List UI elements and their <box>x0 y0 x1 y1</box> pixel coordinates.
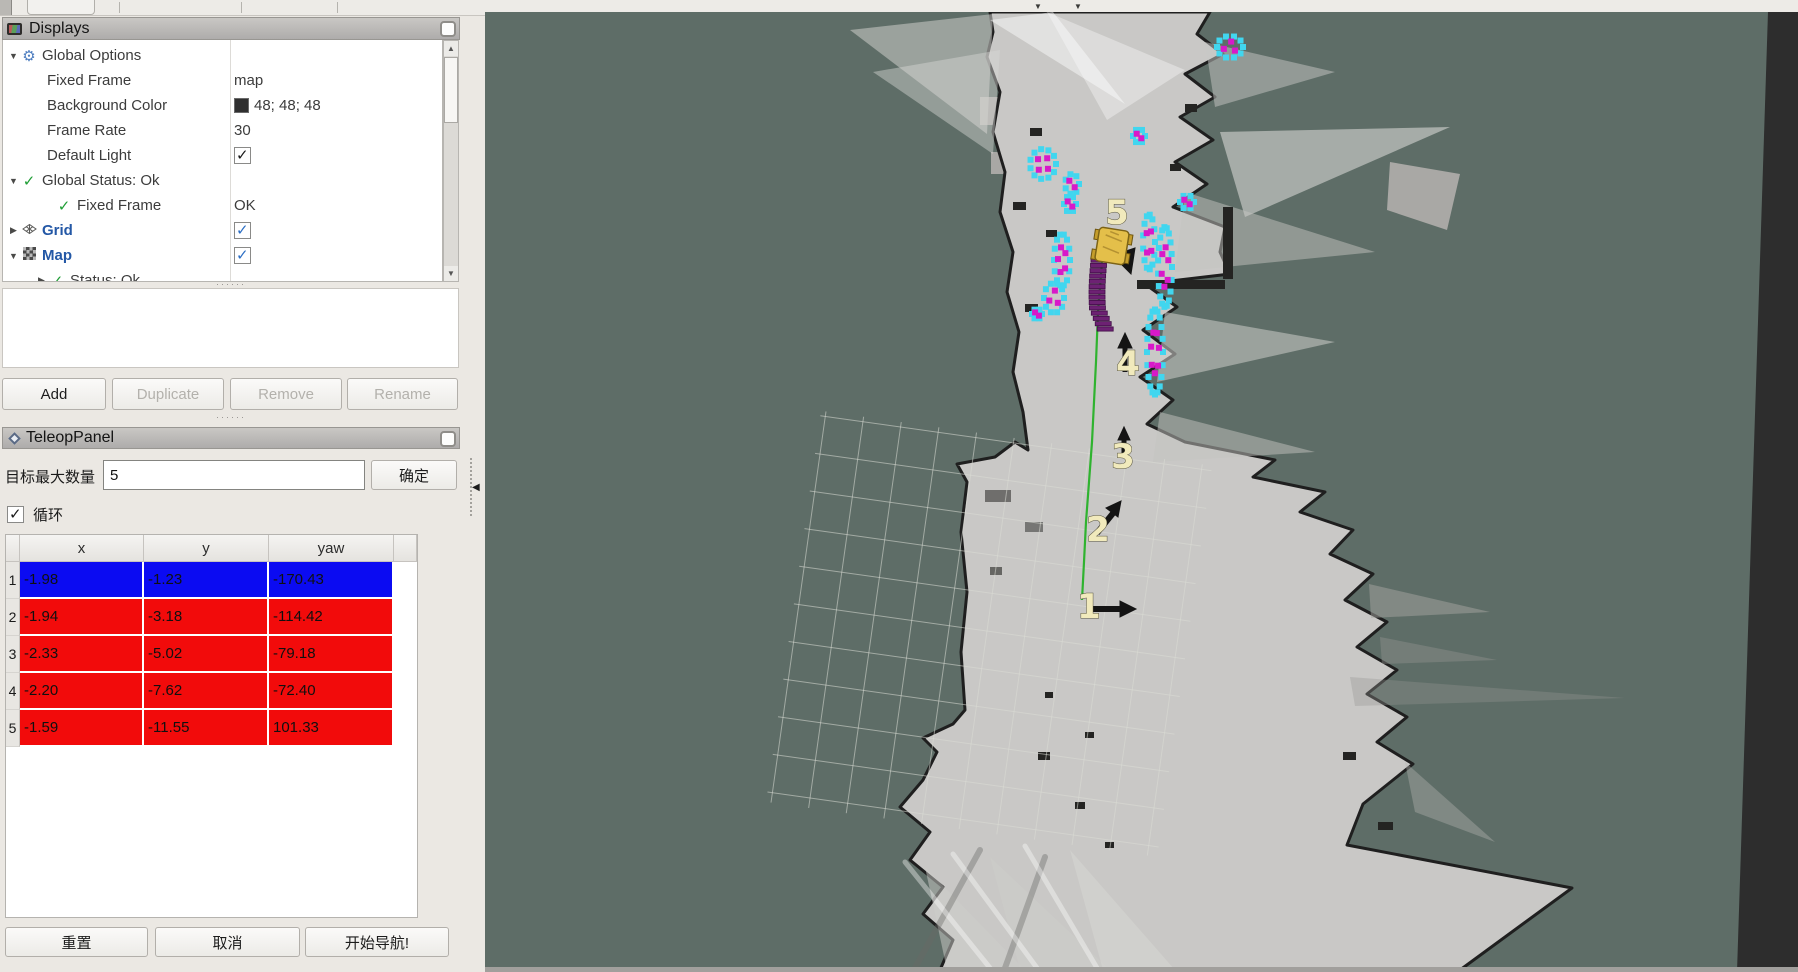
grid-icon <box>20 222 38 239</box>
waypoint-table: x y yaw 1 -1.98 -1.23 -170.43 2 -1.94 -3… <box>5 534 418 918</box>
tree-row-global-options[interactable]: Global Options <box>3 43 442 68</box>
waypoint-1-label: 1 <box>1077 587 1101 627</box>
map-checkbox[interactable] <box>234 247 251 264</box>
table-row[interactable]: 2 -1.94 -3.18 -114.42 <box>6 599 417 636</box>
waypoint-5-label: 5 <box>1105 193 1129 233</box>
table-header: x y yaw <box>6 535 417 562</box>
table-row[interactable]: 5 -1.59 -11.55 101.33 <box>6 710 417 747</box>
panel-collapse-handle[interactable] <box>464 458 482 518</box>
expand-triangle-icon[interactable] <box>7 51 20 61</box>
loop-checkbox[interactable] <box>7 506 24 523</box>
displays-panel-title: Displays <box>29 20 89 38</box>
waypoint-4-label: 4 <box>1116 344 1140 384</box>
column-header-x[interactable]: x <box>20 535 144 562</box>
waypoint-2-label: 2 <box>1086 510 1110 550</box>
column-header-y[interactable]: y <box>144 535 269 562</box>
collapse-left-icon <box>472 482 480 493</box>
map-canvas: 1 2 3 4 5 <box>485 12 1798 972</box>
tree-row-global-status[interactable]: Global Status: Ok <box>3 168 442 193</box>
status-ok-icon <box>48 272 66 283</box>
tree-row-grid[interactable]: Grid <box>3 218 442 243</box>
tree-row-frame-rate[interactable]: Frame Rate 30 <box>3 118 442 143</box>
waypoint-3-label: 3 <box>1111 437 1135 477</box>
color-swatch[interactable] <box>234 98 249 113</box>
scroll-up-icon[interactable] <box>444 41 458 56</box>
loop-label: 循环 <box>33 504 63 525</box>
displays-icon <box>7 23 22 35</box>
teleop-panel-icon <box>8 432 21 445</box>
teleop-panel-titlebar[interactable]: TeleopPanel <box>2 427 460 449</box>
teleop-panel-title: TeleopPanel <box>26 429 114 447</box>
cancel-button[interactable]: 取消 <box>155 927 300 957</box>
panel-float-button[interactable] <box>440 21 456 37</box>
scroll-down-icon[interactable] <box>444 266 458 281</box>
gear-icon <box>20 47 38 65</box>
toolbar-separator <box>241 2 242 13</box>
tree-row-default-light[interactable]: Default Light <box>3 143 442 168</box>
rviz-window: Displays Global Options Fixed Frame map … <box>0 0 1798 972</box>
fixed-frame-status-value: OK <box>234 197 256 214</box>
displays-panel-titlebar[interactable]: Displays <box>2 17 460 40</box>
reset-button[interactable]: 重置 <box>5 927 148 957</box>
table-row[interactable]: 1 -1.98 -1.23 -170.43 <box>6 562 417 599</box>
viewport-bottom-edge <box>485 967 1798 972</box>
add-button[interactable]: Add <box>2 378 106 410</box>
expand-triangle-icon[interactable] <box>35 275 48 282</box>
tree-row-background-color[interactable]: Background Color 48; 48; 48 <box>3 93 442 118</box>
rename-button: Rename <box>347 378 458 410</box>
expand-triangle-icon[interactable] <box>7 251 20 261</box>
background-color-value[interactable]: 48; 48; 48 <box>254 97 321 114</box>
toolbar-tab-fragment[interactable] <box>27 0 95 15</box>
column-header-filler <box>394 535 417 562</box>
toolbar-icon-fragment <box>0 0 12 15</box>
tree-row-fixed-frame[interactable]: Fixed Frame map <box>3 68 442 93</box>
panel-splitter[interactable] <box>0 415 462 421</box>
grid-checkbox[interactable] <box>234 222 251 239</box>
expand-triangle-icon[interactable] <box>7 176 20 186</box>
max-goals-input[interactable] <box>103 460 365 490</box>
table-corner <box>6 535 20 562</box>
tree-row-fixed-frame-status[interactable]: Fixed Frame OK <box>3 193 442 218</box>
map-icon <box>23 247 36 260</box>
toolbar-separator <box>337 2 338 13</box>
tree-row-map[interactable]: Map <box>3 243 442 268</box>
confirm-button[interactable]: 确定 <box>371 460 457 490</box>
displays-empty-area <box>2 288 459 368</box>
scrollbar-thumb[interactable] <box>444 57 458 123</box>
remove-button: Remove <box>230 378 342 410</box>
map-3d-viewport[interactable]: 1 2 3 4 5 <box>485 12 1798 972</box>
side-panel-column: Displays Global Options Fixed Frame map … <box>0 16 462 972</box>
frame-rate-value[interactable]: 30 <box>234 122 251 139</box>
expand-triangle-icon[interactable] <box>7 225 20 236</box>
panel-float-button[interactable] <box>440 431 456 447</box>
table-row[interactable]: 4 -2.20 -7.62 -72.40 <box>6 673 417 710</box>
table-row[interactable]: 3 -2.33 -5.02 -79.18 <box>6 636 417 673</box>
duplicate-button: Duplicate <box>112 378 224 410</box>
toolbar-separator <box>119 2 120 13</box>
status-ok-icon <box>20 172 38 190</box>
displays-tree: Global Options Fixed Frame map Backgroun… <box>2 40 443 282</box>
status-ok-icon <box>55 197 73 215</box>
tree-scrollbar[interactable] <box>443 40 459 282</box>
fixed-frame-value[interactable]: map <box>234 72 263 89</box>
column-header-yaw[interactable]: yaw <box>269 535 394 562</box>
start-navigation-button[interactable]: 开始导航! <box>305 927 449 957</box>
max-goals-label: 目标最大数量 <box>5 461 95 491</box>
default-light-checkbox[interactable] <box>234 147 251 164</box>
